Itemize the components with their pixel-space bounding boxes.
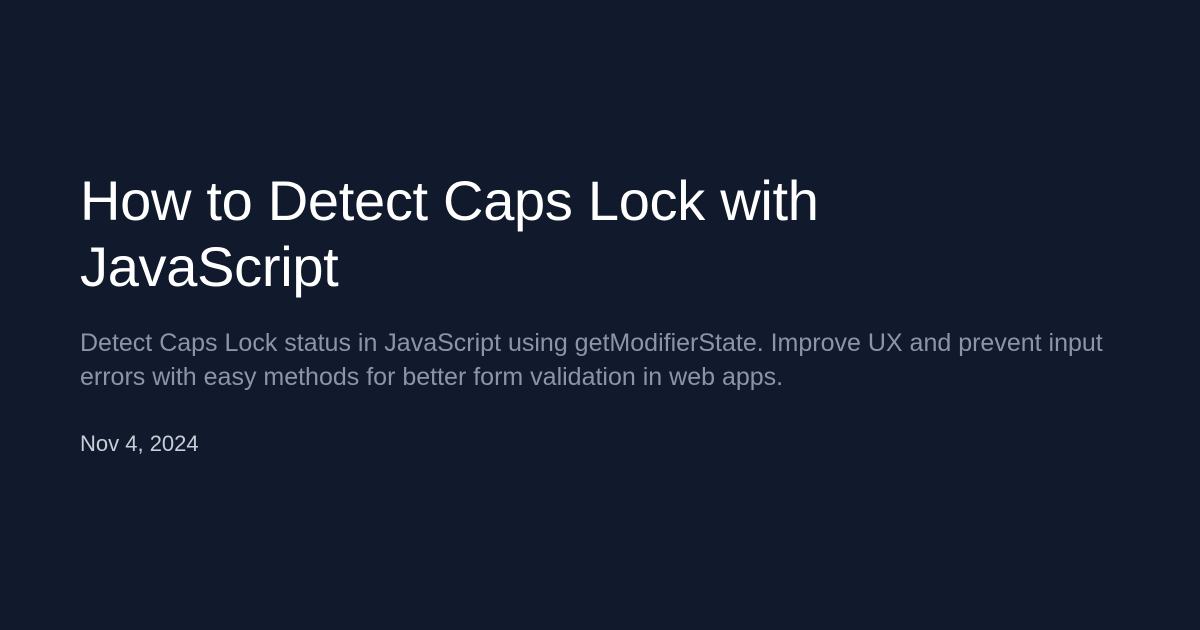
article-date: Nov 4, 2024 bbox=[80, 431, 199, 456]
article-description: Detect Caps Lock status in JavaScript us… bbox=[80, 329, 1103, 391]
article-title: How to Detect Caps Lock with JavaScript bbox=[80, 169, 819, 298]
article-card: How to Detect Caps Lock with JavaScript … bbox=[0, 0, 1200, 630]
